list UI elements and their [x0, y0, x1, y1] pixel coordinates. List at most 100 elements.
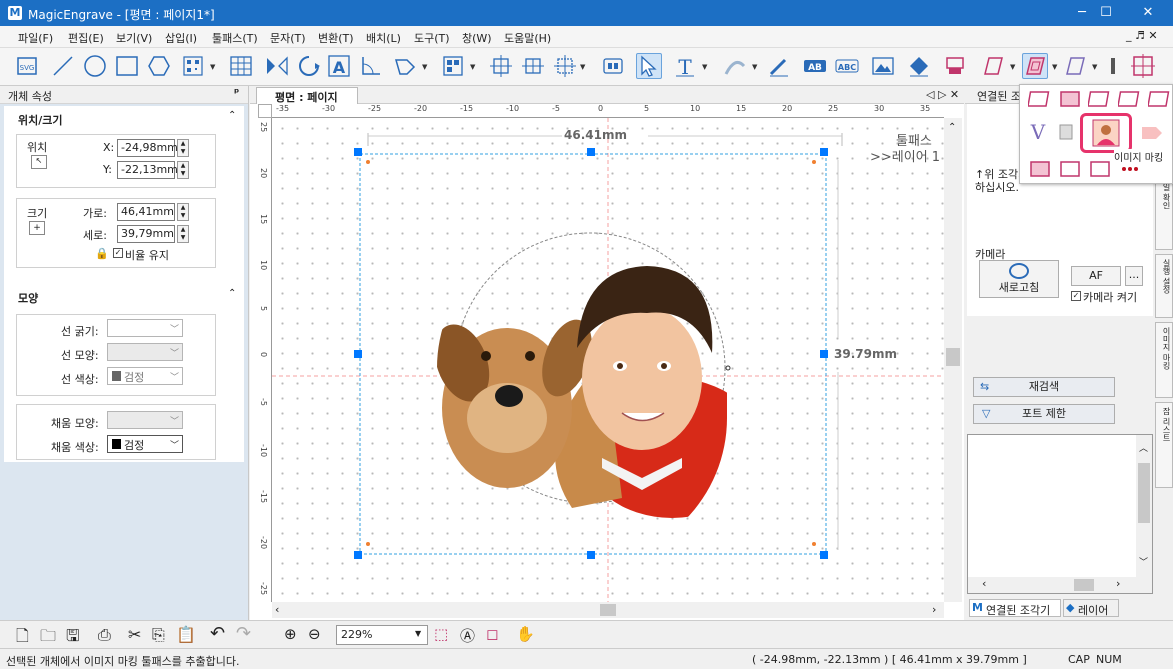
maximize-button[interactable]: ☐	[1083, 0, 1129, 26]
line-style-select[interactable]: ﹀	[107, 343, 183, 361]
menu-help[interactable]: 도움말(H)	[504, 30, 551, 46]
menu-tools[interactable]: 도구(T)	[414, 30, 450, 46]
copy-icon[interactable]: ⎘	[152, 625, 165, 645]
collapse-icon[interactable]: ⌃	[228, 110, 236, 121]
toolpath-option-r3-3[interactable]	[1088, 159, 1112, 179]
hscroll-left-icon[interactable]: ‹	[275, 603, 279, 616]
image-marking-icon[interactable]	[1092, 119, 1120, 147]
zoom-in-icon[interactable]: ⊕	[284, 625, 297, 643]
toolpath-option-r3-1[interactable]	[1028, 159, 1052, 179]
undo-icon[interactable]: ↶	[210, 623, 225, 644]
toolpath-fill-icon[interactable]	[1022, 53, 1048, 79]
qr-code-icon[interactable]	[180, 53, 206, 79]
drawing-canvas[interactable]: 46.41mm 39.79mm 툴패스 >>레이어 1	[272, 118, 944, 602]
menu-toolpath[interactable]: 툴패스(T)	[212, 30, 258, 46]
svg-import-icon[interactable]: SVG	[14, 53, 40, 79]
side-tab-3[interactable]: 이미지 마킹	[1155, 322, 1173, 398]
zoom-fit-icon[interactable]: ◻	[486, 625, 498, 643]
document-tab[interactable]: 평면 : 페이지1*	[256, 87, 358, 118]
handle-br[interactable]	[820, 551, 828, 559]
camera-on-checkbox[interactable]: ✓	[1071, 291, 1081, 301]
af-button[interactable]: AF	[1071, 266, 1121, 286]
keep-ratio-checkbox[interactable]: ✓	[113, 248, 123, 258]
tab-nav-controls[interactable]: ◁ ▷ ✕	[926, 88, 959, 101]
list-scroll-down-icon[interactable]: ﹀	[1139, 555, 1148, 568]
handle-bc[interactable]	[587, 551, 595, 559]
eraser-icon[interactable]	[906, 53, 932, 79]
tab-layer[interactable]: ◆ 레이어	[1063, 599, 1119, 617]
tab-connected-engraver[interactable]: M 연결된 조각기	[969, 599, 1061, 617]
refresh-button[interactable]: 새로고침	[979, 260, 1059, 298]
toolpath-drill-option[interactable]	[1148, 89, 1172, 109]
dog-and-boy-photo[interactable]	[425, 266, 762, 518]
handle-tr[interactable]	[820, 148, 828, 156]
size-anchor-icon[interactable]: +	[29, 221, 45, 235]
vscroll-thumb[interactable]	[946, 348, 960, 366]
y-input[interactable]: -22,13mm	[117, 161, 178, 179]
toolbar-grip-icon[interactable]	[1108, 53, 1118, 79]
toolpath-dropdown-2[interactable]: ▼	[1052, 63, 1057, 71]
node-point[interactable]	[725, 365, 731, 371]
close-button[interactable]: ✕	[1125, 0, 1171, 26]
menu-insert[interactable]: 삽입(I)	[165, 30, 197, 46]
list-scroll-right-icon[interactable]: ›	[1116, 577, 1120, 590]
text-dropdown-icon[interactable]: ▼	[702, 63, 707, 71]
polygon-tool-icon[interactable]	[146, 53, 172, 79]
handle-bl[interactable]	[354, 551, 362, 559]
handle-tc[interactable]	[587, 148, 595, 156]
grid-table-icon[interactable]	[228, 53, 254, 79]
height-spinner[interactable]: ▲ ▼	[177, 225, 189, 243]
eraser-option-icon[interactable]	[1140, 121, 1164, 141]
toolpath-dropdown-3[interactable]: ▼	[1092, 63, 1097, 71]
list-scroll-left-icon[interactable]: ‹	[982, 577, 986, 590]
pan-hand-icon[interactable]: ✋	[516, 625, 535, 643]
angle-tool-icon[interactable]	[358, 53, 384, 79]
toolpath-outline-icon[interactable]	[980, 53, 1006, 79]
zoom-out-icon[interactable]: ⊖	[308, 625, 321, 643]
handle-mr[interactable]	[820, 350, 828, 358]
fill-color-select[interactable]: 검정 ﹀	[107, 435, 183, 453]
shape-tool-icon[interactable]	[392, 53, 418, 79]
list-scroll-thumb[interactable]	[1138, 463, 1150, 523]
hscroll-right-icon[interactable]: ›	[932, 603, 936, 616]
rotate-icon[interactable]	[296, 53, 322, 79]
menu-arrange[interactable]: 배치(L)	[366, 30, 401, 46]
redo-icon[interactable]: ↷	[236, 623, 251, 644]
width-input[interactable]: 46,41mm	[117, 203, 175, 221]
toolpath-inner-option[interactable]	[1058, 89, 1082, 109]
text-frame-icon[interactable]: A	[326, 53, 352, 79]
qr-dropdown-icon[interactable]: ▼	[210, 63, 215, 71]
port-limit-button[interactable]: ▽ 포트 제한	[973, 404, 1115, 424]
menu-text[interactable]: 문자(T)	[270, 30, 306, 46]
collapse-shape-icon[interactable]: ⌃	[228, 288, 236, 299]
toolpath-engrave-option[interactable]	[1118, 89, 1142, 109]
handle-tl[interactable]	[354, 148, 362, 156]
array-grid-icon[interactable]	[440, 53, 466, 79]
pen-edit-icon[interactable]	[766, 53, 792, 79]
align-middle-icon[interactable]	[520, 53, 546, 79]
y-spinner[interactable]: ▲ ▼	[177, 161, 189, 179]
menu-edit[interactable]: 편집(E)	[68, 30, 104, 46]
menu-window[interactable]: 창(W)	[462, 30, 492, 46]
fill-style-select[interactable]: ﹀	[107, 411, 183, 429]
side-tab-2[interactable]: 실행 설정	[1155, 254, 1173, 318]
list-hscroll[interactable]: ‹ ›	[968, 577, 1136, 593]
menu-file[interactable]: 파일(F)	[18, 30, 53, 46]
menu-transform[interactable]: 변환(T)	[318, 30, 354, 46]
hscroll-thumb[interactable]	[600, 604, 616, 616]
array-dropdown-icon[interactable]: ▼	[470, 63, 475, 71]
printer-engrave-icon[interactable]	[942, 53, 968, 79]
line-width-select[interactable]: ﹀	[107, 319, 183, 337]
paste-icon[interactable]: 📋	[176, 625, 196, 644]
list-hscroll-thumb[interactable]	[1074, 579, 1094, 591]
canvas-hscroll[interactable]: ‹ ›	[272, 602, 944, 618]
width-spinner[interactable]: ▲ ▼	[177, 203, 189, 221]
line-color-select[interactable]: 검정 ﹀	[107, 367, 183, 385]
vcarve-option-icon[interactable]: V	[1026, 121, 1050, 141]
cut-icon[interactable]: ✂	[128, 625, 141, 644]
rescan-button[interactable]: ⇆ 재검색	[973, 377, 1115, 397]
relief-option-icon[interactable]	[1054, 121, 1078, 141]
toolpath-outline-option[interactable]	[1028, 89, 1052, 109]
x-input[interactable]: -24,98mm	[117, 139, 178, 157]
vscroll-up-icon[interactable]: ⌃	[948, 122, 956, 133]
